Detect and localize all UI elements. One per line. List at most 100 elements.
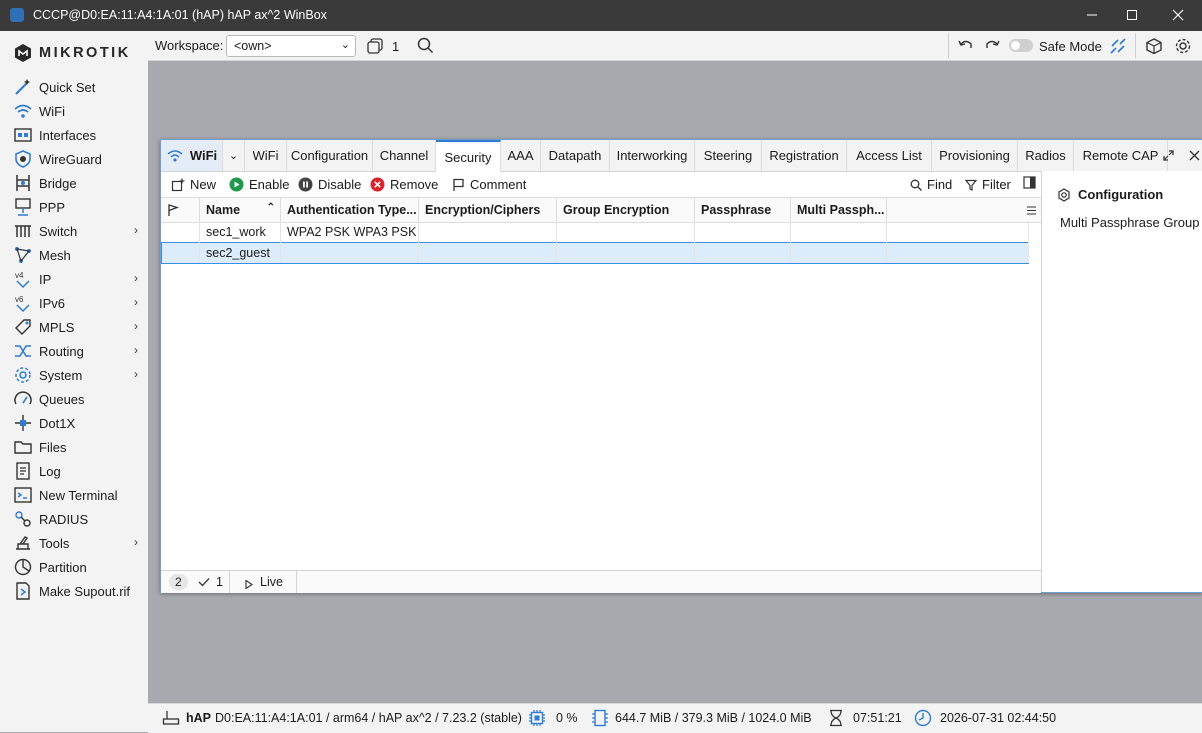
filter-button-label: Filter [982, 177, 1011, 192]
sidebar-item-dot1x[interactable]: Dot1X [0, 411, 148, 435]
sidebar-item-interfaces[interactable]: Interfaces [0, 123, 148, 147]
comment-button[interactable]: Comment [452, 177, 526, 192]
column-header-label: Group Encryption [563, 203, 670, 217]
sidebar-item-tools[interactable]: Tools › [0, 531, 148, 555]
sidebar-item-label: Queues [39, 391, 85, 407]
cell-multi [791, 242, 887, 263]
detach-window-button[interactable] [1157, 140, 1179, 171]
column-menu-button[interactable] [1023, 198, 1041, 222]
sidebar-item-make-supout-rif[interactable]: Make Supout.rif [0, 579, 148, 603]
mikrotik-logo: MIKROTIK [13, 43, 131, 63]
window-title-tab[interactable]: WiFi [161, 140, 223, 171]
sidebar-item-label: Routing [39, 343, 84, 359]
ppp-icon [13, 197, 33, 217]
sidebar-item-ip[interactable]: v4 IP › [0, 267, 148, 291]
sidebar-item-files[interactable]: Files [0, 435, 148, 459]
cell-auth: WPA2 PSK WPA3 PSK [281, 221, 419, 242]
tab-label: Interworking [616, 148, 688, 163]
live-label[interactable]: Live [260, 575, 283, 589]
tab-interworking[interactable]: Interworking [610, 140, 695, 171]
cell-pass [695, 242, 791, 263]
multi-passphrase-group-link[interactable]: Multi Passphrase Group [1060, 215, 1199, 230]
column-header-auth-type[interactable]: Authentication Type... [281, 198, 419, 222]
side-panel-header[interactable]: Configuration [1057, 187, 1163, 202]
sidebar-item-new-terminal[interactable]: New Terminal [0, 483, 148, 507]
sidebar-item-label: Make Supout.rif [39, 583, 131, 599]
sidebar-item-quick-set[interactable]: Quick Set [0, 75, 148, 99]
sidebar-item-routing[interactable]: Routing › [0, 339, 148, 363]
new-button-label: New [190, 177, 217, 192]
tab-dropdown-button[interactable]: ⌄ [223, 140, 245, 171]
column-header-name[interactable]: Name ⌃ [200, 198, 281, 222]
sidebar-item-label: WiFi [39, 103, 65, 119]
tab-registration[interactable]: Registration [762, 140, 847, 171]
find-button[interactable]: Find [910, 177, 952, 192]
routing-icon [13, 341, 33, 361]
table-row[interactable]: sec1_work WPA2 PSK WPA3 PSK [161, 221, 1029, 243]
enable-button[interactable]: Enable [229, 177, 289, 192]
column-header-multi-passphrase[interactable]: Multi Passph... [791, 198, 887, 222]
search-icon[interactable] [417, 37, 434, 57]
tab-provisioning[interactable]: Provisioning [932, 140, 1018, 171]
undo-icon[interactable] [958, 38, 974, 55]
sidebar-item-mesh[interactable]: Mesh [0, 243, 148, 267]
close-panel-button[interactable] [1185, 140, 1202, 171]
sidebar-item-switch[interactable]: Switch › [0, 219, 148, 243]
filter-button[interactable]: Filter [965, 177, 1011, 192]
switch-icon [13, 221, 33, 241]
column-header-passphrase[interactable]: Passphrase [695, 198, 791, 222]
tab-security[interactable]: Security [436, 140, 501, 172]
sidebar-item-log[interactable]: Log [0, 459, 148, 483]
tab-label: Access List [856, 148, 922, 163]
search-icon [910, 179, 922, 191]
tab-radios[interactable]: Radios [1018, 140, 1074, 171]
winbox-app-icon [10, 8, 24, 22]
maximize-button[interactable] [1110, 4, 1154, 26]
tab-remote-cap[interactable]: Remote CAP [1074, 140, 1168, 171]
tab-label: Security [444, 149, 492, 165]
windows-icon[interactable] [367, 38, 384, 57]
new-button[interactable]: New [171, 177, 216, 192]
toggle-side-panel-button[interactable] [1023, 176, 1036, 189]
remove-button[interactable]: Remove [370, 177, 438, 192]
clock-icon [914, 709, 932, 730]
window-status-bar: 2 1 Live [161, 570, 1041, 593]
tab-steering[interactable]: Steering [695, 140, 762, 171]
sidebar-item-mpls[interactable]: MPLS › [0, 315, 148, 339]
sidebar-item-radius[interactable]: RADIUS [0, 507, 148, 531]
sidebar-item-ipv6[interactable]: v6 IPv6 › [0, 291, 148, 315]
sidebar-item-system[interactable]: System › [0, 363, 148, 387]
chevron-right-icon: › [134, 271, 138, 285]
sidebar-item-wifi[interactable]: WiFi [0, 99, 148, 123]
tab-channel[interactable]: Channel [373, 140, 436, 171]
package-icon[interactable] [1145, 37, 1163, 58]
redo-icon[interactable] [984, 38, 1000, 55]
sidebar-item-ppp[interactable]: PPP [0, 195, 148, 219]
flag-column-header[interactable] [161, 198, 200, 222]
minimize-button[interactable] [1070, 4, 1114, 26]
safe-mode-toggle[interactable] [1009, 39, 1033, 52]
sidebar-item-bridge[interactable]: Bridge [0, 171, 148, 195]
table-row[interactable]: sec2_guest [161, 242, 1029, 264]
disable-button[interactable]: Disable [298, 177, 361, 192]
sidebar-item-label: IPv6 [39, 295, 66, 311]
column-header-label: Multi Passph... [797, 203, 885, 217]
tab-datapath[interactable]: Datapath [541, 140, 610, 171]
settings-gear-icon[interactable] [1174, 37, 1192, 58]
link-broken-icon[interactable] [1109, 37, 1127, 58]
tab-wifi[interactable]: WiFi [245, 140, 287, 171]
live-play-icon[interactable] [245, 577, 253, 592]
close-window-button[interactable] [1156, 4, 1200, 26]
workspace-select[interactable]: <own> ⌄ [226, 35, 356, 57]
tab-configuration[interactable]: Configuration [287, 140, 373, 171]
mesh-icon [13, 245, 33, 265]
sidebar-item-wireguard[interactable]: WireGuard [0, 147, 148, 171]
tab-access-list[interactable]: Access List [847, 140, 932, 171]
sidebar-item-queues[interactable]: Queues [0, 387, 148, 411]
partition-icon [13, 557, 33, 577]
tab-aaa[interactable]: AAA [501, 140, 541, 171]
column-header-group-encryption[interactable]: Group Encryption [557, 198, 695, 222]
column-header-encryption[interactable]: Encryption/Ciphers [419, 198, 557, 222]
tab-label: Radios [1025, 148, 1066, 163]
sidebar-item-partition[interactable]: Partition [0, 555, 148, 579]
